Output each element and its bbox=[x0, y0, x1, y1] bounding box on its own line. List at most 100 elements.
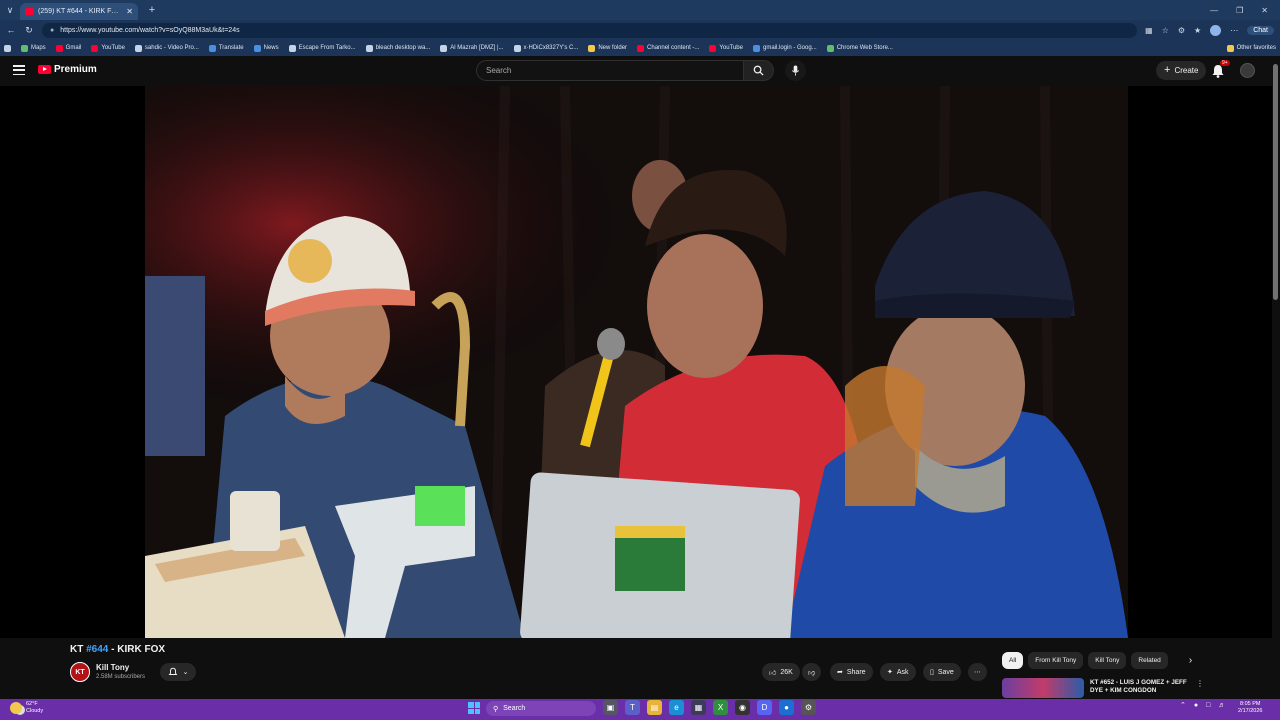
create-button[interactable]: + Create bbox=[1156, 61, 1207, 80]
channel-avatar[interactable]: KT bbox=[70, 662, 90, 682]
weather-cloudy-icon bbox=[10, 701, 22, 714]
microphone-tray-icon[interactable]: ● bbox=[1194, 702, 1198, 709]
youtube-premium-logo[interactable]: Premium bbox=[38, 64, 97, 75]
voice-search-button[interactable] bbox=[785, 60, 806, 81]
bookmark-label: Chrome Web Store... bbox=[836, 45, 893, 51]
youtube-header: Premium Search + Create 9+ bbox=[0, 56, 1280, 86]
dislike-button[interactable]: 👎︎ bbox=[802, 663, 822, 681]
bookmark-item[interactable]: Channel content -... bbox=[637, 44, 699, 52]
video-still-image bbox=[145, 86, 1128, 638]
taskbar-clock[interactable]: 8:05 PM 2/17/2026 bbox=[1238, 701, 1262, 714]
windows-start-icon[interactable] bbox=[468, 702, 480, 714]
search-input[interactable]: Search bbox=[476, 60, 744, 81]
youtube-icon bbox=[709, 44, 717, 52]
bookmark-item[interactable]: gmail.login - Goog... bbox=[752, 44, 817, 52]
bookmark-item[interactable]: bleach desktop wa... bbox=[365, 44, 430, 52]
video-player[interactable] bbox=[0, 86, 1272, 638]
bookmark-item[interactable]: News bbox=[253, 44, 279, 52]
site-info-icon[interactable]: ● bbox=[50, 27, 54, 34]
tab-actions-menu-icon[interactable]: ∨ bbox=[0, 0, 20, 20]
folder-icon bbox=[588, 44, 596, 52]
filter-chip[interactable]: Kill Tony bbox=[1088, 652, 1127, 669]
network-icon[interactable]: □ bbox=[1206, 702, 1210, 709]
store-icon[interactable]: ▦ bbox=[691, 700, 706, 715]
bookmark-item[interactable]: YouTube bbox=[709, 44, 743, 52]
settings-icon[interactable]: ⚙ bbox=[801, 700, 816, 715]
new-tab-button[interactable]: + bbox=[144, 4, 160, 16]
bookmark-item[interactable]: x·HDiCx8327Y's C... bbox=[513, 44, 578, 52]
bookmark-label: New folder bbox=[598, 45, 628, 51]
chat-button[interactable]: Chat bbox=[1247, 25, 1274, 35]
file-explorer-icon[interactable]: ▤ bbox=[647, 700, 662, 715]
page-scrollbar-thumb[interactable] bbox=[1273, 64, 1278, 300]
browser-tab-active[interactable]: (259) KT #644 - KIRK FOX - Yo ✕ bbox=[20, 3, 138, 20]
app-icon[interactable]: ◉ bbox=[735, 700, 750, 715]
taskbar-search[interactable]: ⚲ Search bbox=[486, 701, 596, 716]
bookmark-item[interactable]: New folder bbox=[588, 44, 628, 52]
filter-chip[interactable]: From Kill Tony bbox=[1028, 652, 1084, 669]
bookmark-item[interactable]: Escape From Tarko... bbox=[288, 44, 356, 52]
video-title-suffix: - KIRK FOX bbox=[108, 644, 166, 655]
profile-avatar[interactable] bbox=[1210, 24, 1222, 36]
channel-name[interactable]: Kill Tony bbox=[96, 663, 129, 672]
browser-app-icon[interactable]: ● bbox=[779, 700, 794, 715]
subscription-notification-button[interactable]: ⌄ bbox=[160, 663, 196, 681]
bookmark-item[interactable]: Maps bbox=[21, 44, 46, 52]
bookmark-item[interactable]: Gmail bbox=[55, 44, 81, 52]
close-tab-icon[interactable]: ✕ bbox=[126, 7, 133, 16]
share-button[interactable]: ➦ Share bbox=[830, 663, 873, 681]
favorite-star-icon[interactable]: ☆ bbox=[1162, 26, 1169, 35]
edge-icon[interactable]: e bbox=[669, 700, 684, 715]
back-icon[interactable]: ← bbox=[6, 25, 16, 35]
ask-button[interactable]: ✦ Ask bbox=[880, 663, 916, 681]
other-favorites-folder[interactable]: Other favorites bbox=[1226, 44, 1276, 52]
search-box: Search bbox=[476, 60, 774, 81]
bookmark-icon bbox=[365, 44, 373, 52]
like-button[interactable]: 👍︎ 26K bbox=[762, 663, 800, 681]
video-title-prefix: KT bbox=[70, 644, 87, 655]
bookmark-label: YouTube bbox=[101, 45, 125, 51]
bookmark-label: Maps bbox=[31, 45, 46, 51]
bookmark-item[interactable]: sahdic - Video Pro... bbox=[134, 44, 199, 52]
apps-grid-icon[interactable]: ▦ bbox=[1145, 26, 1153, 35]
minimize-icon[interactable]: — bbox=[1210, 6, 1218, 15]
filter-chip[interactable]: All bbox=[1002, 652, 1024, 669]
restore-icon[interactable]: ❐ bbox=[1236, 6, 1243, 15]
chevron-down-icon: ⌄ bbox=[182, 669, 189, 676]
favorites-icon[interactable]: ★ bbox=[1194, 26, 1201, 35]
url-field[interactable]: ● https://www.youtube.com/watch?v=sOyQ88… bbox=[42, 22, 1138, 38]
account-avatar[interactable] bbox=[1240, 63, 1255, 78]
recommended-video-thumbnail[interactable] bbox=[1002, 678, 1084, 698]
search-button[interactable] bbox=[744, 60, 774, 81]
bookmark-label: Translate bbox=[218, 45, 244, 51]
weather-widget[interactable]: 62°F Cloudy bbox=[10, 701, 43, 714]
address-bar-row: ← ↻ ● https://www.youtube.com/watch?v=sO… bbox=[0, 20, 1280, 40]
create-label: Create bbox=[1174, 66, 1199, 75]
volume-icon[interactable]: ♬ bbox=[1218, 702, 1225, 709]
extension-icon[interactable]: ⚙ bbox=[1178, 26, 1185, 35]
url-text: https://www.youtube.com/watch?v=sOyQ88M3… bbox=[60, 26, 240, 34]
bookmark-item[interactable]: Al Mazrah [DMZ] |... bbox=[440, 44, 504, 52]
save-button[interactable]: ▯ Save bbox=[923, 663, 961, 681]
news-icon bbox=[253, 44, 261, 52]
filter-chip[interactable]: Related bbox=[1131, 652, 1168, 669]
bookmark-item[interactable]: Chrome Web Store... bbox=[826, 44, 893, 52]
recommended-video-title[interactable]: KT #652 - LUIS J GOMEZ + JEFF DYE + KIM … bbox=[1090, 679, 1194, 696]
menu-icon[interactable] bbox=[13, 65, 25, 75]
recommended-more-icon[interactable]: ⋮ bbox=[1196, 679, 1204, 688]
chevron-up-icon[interactable]: ⌃ bbox=[1180, 701, 1186, 709]
video-frame[interactable] bbox=[145, 86, 1128, 638]
chevron-right-icon[interactable]: › bbox=[1183, 653, 1198, 668]
more-options-icon[interactable]: ⋯ bbox=[1230, 26, 1238, 35]
bookmark-item[interactable]: YouTube bbox=[91, 44, 125, 52]
more-actions-button[interactable]: ⋯ bbox=[968, 663, 987, 681]
close-window-icon[interactable]: ✕ bbox=[1261, 6, 1268, 15]
video-title-hashtag[interactable]: #644 bbox=[86, 644, 108, 655]
refresh-icon[interactable]: ↻ bbox=[24, 25, 34, 36]
discord-icon[interactable]: D bbox=[757, 700, 772, 715]
bookmark-item[interactable]: Translate bbox=[208, 44, 244, 52]
xbox-icon[interactable]: X bbox=[713, 700, 728, 715]
teams-icon[interactable]: T bbox=[625, 700, 640, 715]
bookmarks-menu-icon[interactable] bbox=[4, 44, 11, 52]
task-view-icon[interactable]: ▣ bbox=[603, 700, 618, 715]
